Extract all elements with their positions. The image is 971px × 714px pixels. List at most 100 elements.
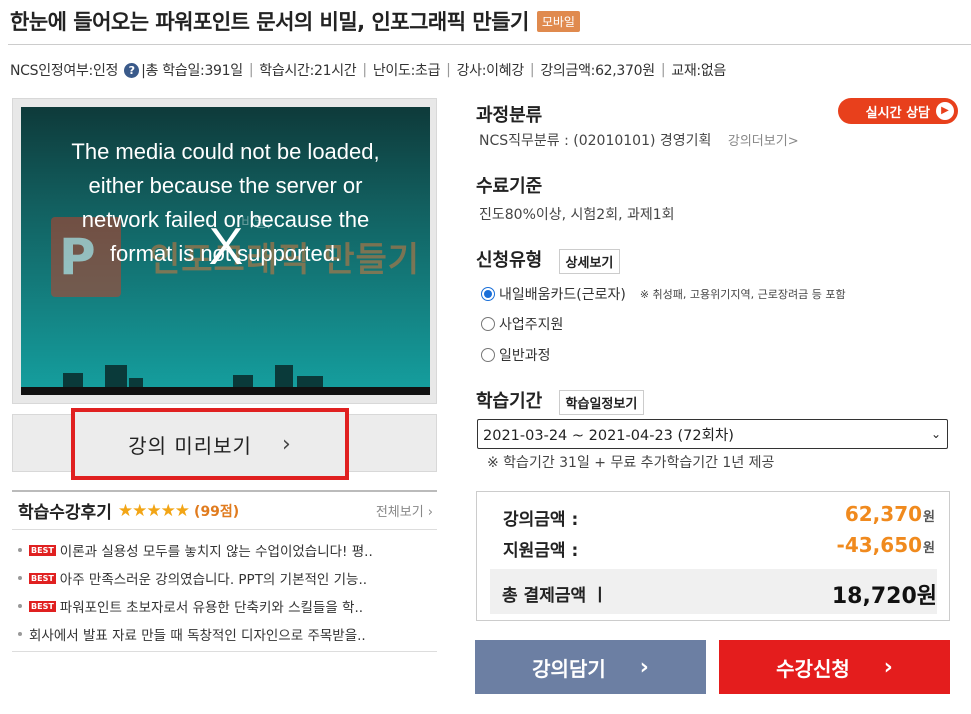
video-controls-bar (21, 387, 430, 395)
video-frame: P 비밀, 인포그래픽 만들기 The media could not be l… (12, 98, 437, 404)
building-icon (63, 373, 83, 387)
apply-option-label: 일반과정 (499, 348, 551, 364)
list-item[interactable]: BEST 이론과 실용성 모두를 놓치지 않는 수업이었습니다! 평.. (12, 536, 437, 564)
building-icon (233, 375, 253, 387)
building-icon (105, 365, 127, 387)
live-consult-button[interactable]: 실시간 상담 ▶ (838, 98, 958, 124)
review-score: (99점) (194, 503, 240, 520)
enroll-button-label: 수강신청 (776, 656, 850, 681)
course-fee-label: 강의금액 : (503, 510, 579, 530)
meta-level: 난이도:초급 (372, 63, 441, 79)
reviews-header: 학습수강후기 ★★★★★ (99점) 전체보기 › (12, 490, 437, 530)
meta-separator: | (660, 62, 666, 78)
bullet-icon (18, 632, 22, 636)
chevron-right-icon: › (281, 431, 292, 457)
best-badge: BEST (29, 544, 56, 556)
reviews-title: 학습수강후기 (18, 503, 112, 523)
apply-option-card[interactable]: 내일배움카드(근로자) ※ 취성패, 고용위기지역, 근로장려금 등 포함 (481, 284, 846, 304)
mobile-badge: 모바일 (536, 10, 580, 32)
apply-option-label: 내일배움카드(근로자) (499, 287, 626, 303)
apply-type-detail-button[interactable]: 상세보기 (558, 248, 621, 274)
criteria-value: 진도80%이상, 시험2회, 과제1회 (479, 207, 675, 223)
building-icon (129, 378, 143, 387)
total-value: 18,720원 (831, 584, 937, 609)
radio-unselected[interactable] (481, 348, 495, 362)
building-icon (275, 365, 293, 387)
meta-separator: | (446, 62, 451, 78)
course-title-row: 한눈에 들어오는 파워포인트 문서의 비밀, 인포그래픽 만들기 모바일 (10, 6, 580, 36)
support-amount: -43,650원 (837, 533, 935, 557)
review-text: 아주 만족스러운 강의였습니다. PPT의 기본적인 기능.. (59, 572, 368, 588)
apply-type-section: 신청유형 상세보기 (476, 246, 621, 274)
preview-button-label: 강의 미리보기 (128, 433, 252, 458)
meta-hours: 학습시간:21시간 (259, 63, 357, 79)
schedule-button[interactable]: 학습일정보기 (558, 389, 645, 415)
list-item[interactable]: BEST 파워포인트 초보자로서 유용한 단축키와 스킬들을 학.. (12, 592, 437, 620)
bullet-icon (18, 576, 22, 580)
category-value: NCS직무분류 : (02010101) 경영기획 (479, 133, 712, 149)
radio-selected[interactable] (481, 287, 495, 301)
best-badge: BEST (29, 572, 56, 584)
category-line: NCS직무분류 : (02010101) 경영기획 강의더보기> (479, 130, 799, 150)
list-item[interactable]: 회사에서 발표 자료 만들 때 독창적인 디자인으로 주목받을.. (12, 620, 437, 648)
page-title: 한눈에 들어오는 파워포인트 문서의 비밀, 인포그래픽 만들기 (10, 10, 529, 34)
view-all-reviews-link[interactable]: 전체보기 › (376, 501, 433, 520)
apply-option-employer[interactable]: 사업주지원 (481, 314, 563, 334)
play-icon: ▶ (936, 102, 954, 120)
price-summary: 강의금액 : 62,370원 지원금액 : -43,650원 총 결제금액 ㅣ … (476, 491, 950, 621)
currency-unit: 원 (923, 510, 935, 525)
review-text: 회사에서 발표 자료 만들 때 독창적인 디자인으로 주목받을.. (29, 628, 366, 644)
title-divider (8, 44, 971, 45)
meta-total-days: |총 학습일:391일 (141, 63, 243, 79)
best-badge: BEST (29, 600, 56, 612)
meta-ncs: NCS인정여부:인정 (10, 63, 119, 79)
period-title: 학습기간 (476, 391, 543, 412)
review-text: 이론과 실용성 모두를 놓치지 않는 수업이었습니다! 평.. (59, 544, 373, 560)
preview-bar: 강의 미리보기 › (12, 408, 437, 480)
reviews-divider (12, 651, 437, 652)
support-label: 지원금액 : (503, 541, 579, 561)
period-select[interactable]: 2021-03-24 ~ 2021-04-23 (72회차) ⌄ (477, 419, 948, 449)
period-note: ※ 학습기간 31일 + 무료 추가학습기간 1년 제공 (487, 455, 775, 471)
meta-price: 강의금액:62,370원 (540, 63, 655, 79)
live-consult-label: 실시간 상담 (865, 105, 930, 121)
meta-textbook: 교재:없음 (671, 63, 727, 79)
course-meta: NCS인정여부:인정 ? |총 학습일:391일 | 학습시간:21시간 | 난… (10, 60, 726, 80)
more-courses-link[interactable]: 강의더보기> (728, 134, 799, 149)
chevron-right-icon: › (883, 654, 893, 680)
apply-type-title: 신청유형 (476, 250, 543, 271)
period-section: 학습기간 학습일정보기 (476, 387, 645, 415)
meta-instructor: 강사:이혜강 (456, 63, 525, 79)
enroll-button[interactable]: 수강신청 › (719, 640, 950, 694)
building-icon (297, 376, 323, 387)
total-label: 총 결제금액 ㅣ (502, 586, 608, 606)
course-fee-amount: 62,370원 (845, 502, 935, 526)
chevron-right-icon: › (639, 654, 649, 680)
support-value: -43,650 (836, 533, 923, 557)
period-selected-value: 2021-03-24 ~ 2021-04-23 (72회차) (483, 427, 734, 444)
radio-unselected[interactable] (481, 317, 495, 331)
apply-option-note: ※ 취성패, 고용위기지역, 근로장려금 등 포함 (639, 288, 846, 301)
add-to-cart-button[interactable]: 강의담기 › (475, 640, 706, 694)
course-fee-value: 62,370 (844, 502, 923, 526)
bullet-icon (18, 604, 22, 608)
close-icon[interactable]: X (201, 217, 251, 277)
help-icon[interactable]: ? (124, 62, 140, 78)
meta-separator: | (362, 62, 367, 78)
currency-unit: 원 (923, 541, 935, 556)
video-player[interactable]: P 비밀, 인포그래픽 만들기 The media could not be l… (21, 107, 430, 395)
meta-separator: | (248, 62, 254, 78)
meta-separator: | (529, 62, 535, 78)
review-list: BEST 이론과 실용성 모두를 놓치지 않는 수업이었습니다! 평.. BES… (12, 536, 437, 648)
list-item[interactable]: BEST 아주 만족스러운 강의였습니다. PPT의 기본적인 기능.. (12, 564, 437, 592)
total-bar: 총 결제금액 ㅣ 18,720원 (490, 569, 937, 614)
apply-option-general[interactable]: 일반과정 (481, 345, 551, 365)
bullet-icon (18, 548, 22, 552)
review-text: 파워포인트 초보자로서 유용한 단축키와 스킬들을 학.. (59, 600, 364, 616)
chevron-down-icon: ⌄ (930, 427, 941, 441)
star-rating-icon: ★★★★★ (117, 500, 190, 521)
criteria-title: 수료기준 (476, 176, 543, 197)
cart-button-label: 강의담기 (532, 656, 606, 681)
category-title: 과정분류 (476, 105, 543, 126)
preview-button[interactable]: 강의 미리보기 › (71, 408, 349, 480)
